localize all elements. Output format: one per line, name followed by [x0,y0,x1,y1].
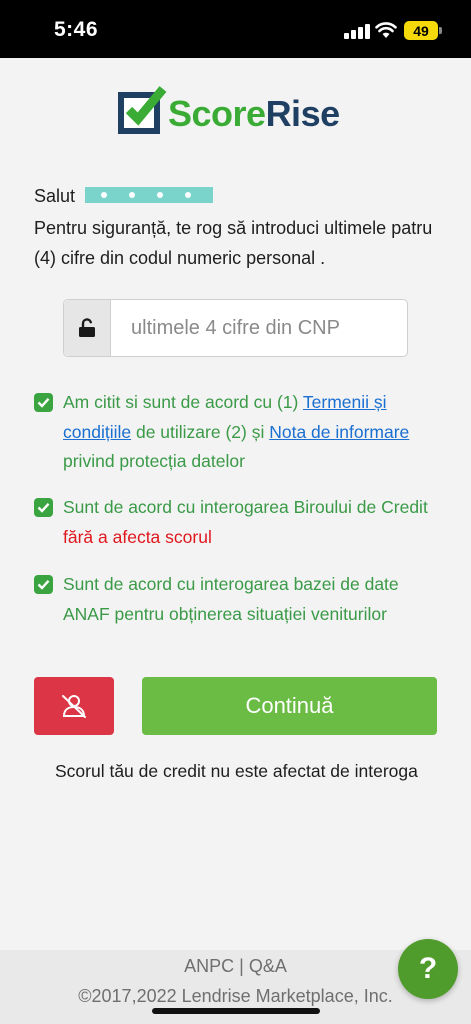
consent-bureau-checkbox[interactable] [34,498,53,517]
consent-bureau-text: Sunt de acord cu interogarea Biroului de… [63,493,444,552]
input-addon [64,300,111,356]
consent-anaf-text: Sunt de acord cu interogarea bazei de da… [63,574,399,624]
greeting-salutation: Salut [34,186,76,206]
footer-separator: | [239,956,244,976]
camera-off-icon [62,695,86,718]
cnp-input[interactable] [111,300,407,356]
redacted-name [85,187,214,204]
terms-prefix: Am citit si sunt de acord cu (1) [63,392,303,412]
brand-score: Score [168,93,266,134]
battery-icon: 49 [404,21,438,40]
help-button[interactable]: ? [398,939,458,999]
unlock-icon [79,318,95,337]
consent-terms-text: Am citit si sunt de acord cu (1) Termeni… [63,388,444,477]
consent-terms-checkbox[interactable] [34,393,53,412]
copyright: ©2017,2022 Lendrise Marketplace, Inc. [78,986,393,1006]
intro-text: Pentru siguranță, te rog să introduci ul… [34,218,433,268]
home-indicator [152,1008,320,1014]
cnp-input-group [63,299,408,357]
signal-icon [344,23,370,39]
consent-terms: Am citit si sunt de acord cu (1) Termeni… [34,388,444,477]
brand-wordmark: ScoreRise [168,94,340,134]
brand-logo: ScoreRise [117,84,357,140]
anpc-link[interactable]: ANPC [184,956,234,976]
credit-info: Scorul tău de credit nu este afectat de … [0,758,471,788]
camera-off-button[interactable] [34,677,114,735]
battery-level: 49 [413,22,429,39]
terms-middle: de utilizare (2) și [131,421,270,442]
check-icon [37,502,50,513]
battery-tip [439,27,442,34]
terms-suffix: privind protecția datelor [63,451,245,471]
check-icon [37,579,50,590]
credit-info-text: Scorul tău de credit nu este afectat de … [55,761,418,781]
status-time: 5:46 [54,18,99,41]
greeting: Salut [34,186,214,207]
qa-link[interactable]: Q&A [249,956,287,976]
consent-anaf-checkbox[interactable] [34,575,53,594]
consent-anaf: Sunt de acord cu interogarea bazei de da… [34,570,444,629]
bureau-text: Sunt de acord cu interogarea Biroului de… [63,497,428,517]
checkmark-logo-icon [118,86,167,134]
consent-credit-bureau: Sunt de acord cu interogarea Biroului de… [34,493,444,552]
privacy-notice-link[interactable]: Nota de informare [269,422,409,442]
continue-button[interactable]: Continuă [142,677,437,735]
wifi-icon [375,22,397,38]
bureau-warning: fără a afecta scorul [63,526,212,547]
brand-rise: Rise [265,93,341,134]
status-bar: 5:46 49 [0,0,471,58]
check-icon [37,397,50,408]
